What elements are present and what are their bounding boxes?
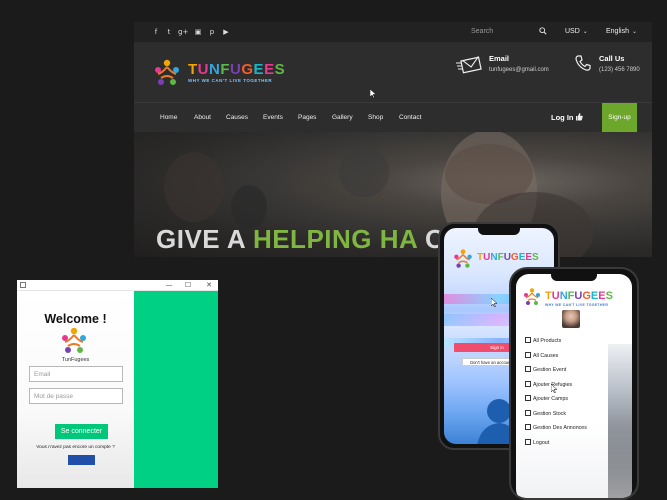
- nav-item-events[interactable]: Events: [263, 114, 283, 121]
- language-value: English: [606, 28, 629, 35]
- nav-item-home[interactable]: Home: [160, 114, 177, 121]
- no-account-text: Vous n'avez pas encore un compte ?: [36, 445, 115, 450]
- search-icon[interactable]: [539, 27, 547, 35]
- menu-item-label: Gestion Des Annonces: [533, 425, 587, 431]
- youtube-icon[interactable]: ▶: [222, 28, 230, 36]
- email-title: Email: [489, 54, 510, 63]
- phone-notch: [478, 228, 520, 235]
- phone-notch: [551, 274, 597, 281]
- hero-title-part: GIVE A: [156, 224, 253, 254]
- logo-icon: [454, 249, 472, 268]
- cart-icon: [525, 337, 531, 343]
- instagram-icon[interactable]: ▣: [194, 28, 202, 36]
- chevron-down-icon: ⌄: [631, 29, 637, 35]
- mouse-cursor-icon: [551, 384, 557, 393]
- email-field[interactable]: Email: [29, 366, 123, 382]
- document-icon: [525, 424, 531, 430]
- phone-icon: [575, 55, 591, 71]
- hero-title-highlight: HELPING HA: [252, 224, 418, 254]
- language-select[interactable]: English ⌄: [606, 28, 637, 35]
- call-value[interactable]: (123) 456 7890: [599, 67, 640, 73]
- menu-item-label: Gestion Stock: [533, 410, 566, 417]
- brand-tagline: WHY WE CAN'T LIVE TOGETHER: [545, 303, 609, 307]
- welcome-heading: Welcome !: [44, 312, 107, 326]
- nav-item-gallery[interactable]: Gallery: [332, 114, 353, 121]
- login-window: — ☐ ✕ Welcome ! TunFugees Email Mot de p…: [17, 280, 218, 488]
- email-value[interactable]: tunfugees@gmail.com: [489, 67, 549, 73]
- list-icon: [525, 351, 531, 358]
- nav-item-about[interactable]: About: [194, 114, 211, 121]
- hero-title: GIVE A HELPING HA OSE: [156, 224, 481, 255]
- menu-item-gestion-annonces[interactable]: Gestion Des Annonces: [525, 421, 605, 436]
- menu-item-gestion-stock[interactable]: Gestion Stock: [525, 407, 605, 422]
- google-plus-icon[interactable]: g+: [178, 28, 188, 36]
- phone-screen: TUNFUGEES WHY WE CAN'T LIVE TOGETHER All…: [516, 274, 632, 498]
- main-nav: Home About Causes Events Pages Gallery S…: [134, 102, 652, 133]
- mouse-cursor-icon: [370, 89, 376, 98]
- brand-logo-text: TUNFUGEES: [188, 61, 286, 78]
- maximize-button[interactable]: ☐: [181, 280, 195, 291]
- chevron-down-icon: ⌄: [582, 29, 588, 35]
- brand-tagline: WHY WE CAN'T LIVE TOGETHER: [188, 78, 273, 83]
- envelope-icon: [456, 56, 482, 74]
- twitter-icon[interactable]: t: [165, 28, 173, 36]
- facebook-icon[interactable]: f: [152, 28, 160, 36]
- menu-item-label: All Products: [533, 338, 562, 344]
- brand-logo-text: TUNFUGEES: [545, 290, 613, 302]
- register-button[interactable]: [68, 455, 95, 465]
- mouse-cursor-icon: [491, 298, 497, 307]
- login-form-panel: Welcome ! TunFugees Email Mot de passe S…: [17, 291, 134, 488]
- site-header: TUNFUGEES WHY WE CAN'T LIVE TOGETHER Ema…: [134, 42, 652, 102]
- search-input[interactable]: Search: [471, 28, 493, 35]
- logout-icon: [525, 438, 531, 445]
- nav-item-pages[interactable]: Pages: [298, 114, 316, 121]
- green-side-panel: [134, 291, 218, 488]
- brand-label: TunFugees: [61, 357, 90, 363]
- menu-item-label: Ajouter Camps: [533, 396, 569, 402]
- close-button[interactable]: ✕: [202, 280, 216, 291]
- window-app-icon: [20, 282, 26, 288]
- call-title: Call Us: [599, 54, 625, 63]
- menu-item-ajouter-refugies[interactable]: Ajouter Refugies: [525, 378, 605, 393]
- nav-item-contact[interactable]: Contact: [399, 114, 421, 121]
- pinterest-icon[interactable]: p: [208, 28, 216, 36]
- menu-item-all-causes[interactable]: All Causes: [525, 349, 605, 364]
- menu-item-logout[interactable]: Logout: [525, 436, 605, 451]
- connect-button[interactable]: Se connecter: [55, 424, 108, 439]
- website-mockup: f t g+ ▣ p ▶ Search USD ⌄ English ⌄ TUNFUG…: [134, 22, 652, 257]
- top-bar: f t g+ ▣ p ▶ Search USD ⌄ English ⌄: [134, 22, 652, 42]
- avatar[interactable]: [562, 310, 580, 328]
- phone-mockup-menu: TUNFUGEES WHY WE CAN'T LIVE TOGETHER All…: [509, 267, 639, 500]
- menu-item-label: Logout: [533, 439, 550, 446]
- thumbs-up-icon: [576, 113, 583, 121]
- side-menu: All Products All Causes Gestion Event Aj…: [525, 334, 605, 450]
- menu-item-label: Gestion Event: [533, 367, 567, 373]
- logo-icon: [62, 327, 86, 353]
- login-link[interactable]: Log In: [551, 113, 574, 122]
- menu-item-label: All Causes: [533, 352, 559, 359]
- calendar-icon: [525, 366, 531, 372]
- window-titlebar[interactable]: — ☐ ✕: [17, 280, 218, 291]
- nav-item-causes[interactable]: Causes: [226, 114, 248, 121]
- menu-item-all-products[interactable]: All Products: [525, 334, 605, 349]
- user-add-icon: [525, 380, 531, 387]
- signup-button[interactable]: Sign-up: [602, 103, 637, 133]
- currency-select[interactable]: USD ⌄: [565, 28, 588, 35]
- hero-banner: GIVE A HELPING HA OSE: [134, 132, 652, 257]
- menu-item-ajouter-camps[interactable]: Ajouter Camps: [525, 392, 605, 407]
- brand-logo-text: TUNFUGEES: [477, 252, 539, 263]
- logo-icon: [524, 288, 540, 305]
- box-icon: [525, 409, 531, 416]
- password-field[interactable]: Mot de passe: [29, 388, 123, 404]
- tent-icon: [525, 395, 531, 401]
- minimize-button[interactable]: —: [162, 280, 176, 291]
- menu-item-gestion-event[interactable]: Gestion Event: [525, 363, 605, 378]
- logo-icon[interactable]: [152, 58, 182, 88]
- currency-value: USD: [565, 28, 580, 35]
- nav-item-shop[interactable]: Shop: [368, 114, 383, 121]
